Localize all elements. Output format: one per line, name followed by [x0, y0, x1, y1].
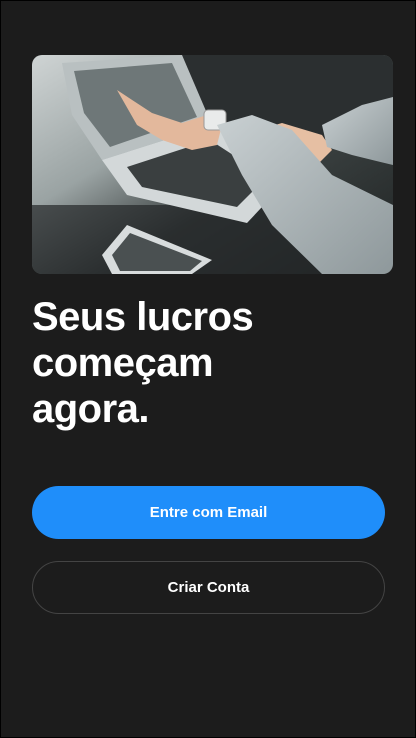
create-account-button[interactable]: Criar Conta [32, 561, 385, 614]
headline: Seus lucros começam agora. [32, 295, 254, 431]
email-login-button[interactable]: Entre com Email [32, 486, 385, 539]
email-login-label: Entre com Email [149, 504, 268, 521]
welcome-screen: Seus lucros começam agora. Entre com Ema… [0, 0, 416, 738]
hero-image [32, 55, 393, 274]
create-account-label: Criar Conta [167, 579, 250, 596]
